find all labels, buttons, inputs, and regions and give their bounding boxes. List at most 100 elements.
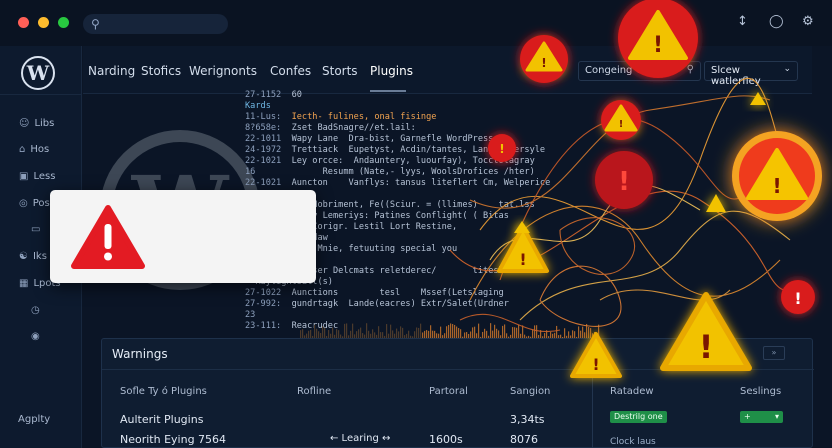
maximize-window-button[interactable]	[58, 17, 69, 28]
sidebar-item-iks[interactable]: ☯ Iks	[19, 251, 47, 262]
shield-icon: ◉	[31, 331, 40, 342]
user-icon: ☺	[19, 118, 30, 129]
column-header-name[interactable]: Sofle Ty ó Plugins	[120, 386, 207, 397]
code-line: 8?658e: Zset BadSnagre//et.lail:	[245, 123, 416, 133]
code-line-text: Reb Mnie, fetuuting special you	[296, 244, 458, 254]
sidebar-footer-label[interactable]: Agplty	[18, 414, 50, 425]
plugin-search-value: Congeing O	[585, 65, 644, 76]
code-line-text: Letey Lemeriys: Patines Conflight( ( Bit…	[291, 211, 509, 221]
close-window-button[interactable]	[18, 17, 29, 28]
nav-tab-narding[interactable]: Narding	[88, 64, 135, 78]
code-line: 27-1152 60	[245, 90, 302, 100]
nav-tab-stofics[interactable]: Stofics	[141, 64, 181, 78]
sidebar-item-lock[interactable]: ▭	[31, 224, 40, 235]
nav-tab-werignonts[interactable]: Werignonts	[189, 64, 257, 78]
code-line-number: 22-1021	[245, 156, 282, 166]
warning-icon: !	[781, 280, 815, 314]
svg-text:!: !	[619, 119, 624, 130]
code-line-number: 23-111:	[245, 321, 282, 331]
code-line-text: Trettiack Eupetyst, Acdin/tantes, Langme…	[291, 145, 546, 155]
column-header-seslings[interactable]: Seslings	[740, 386, 781, 397]
people-icon: ☯	[19, 251, 28, 262]
code-line: 22-1021 Auncton Vanflys: tansus litefler…	[245, 178, 550, 188]
view-select[interactable]: Slcew watlerfley ⌄	[704, 61, 798, 87]
sidebar-item-less[interactable]: ▣ Less	[19, 171, 55, 182]
panel-title: Warnings	[112, 347, 168, 361]
grid-icon: ▦	[19, 278, 29, 289]
code-line: 22-1011 Wapy Lane Dra-bist, Garnefle Wor…	[245, 134, 493, 144]
view-select-value: Slcew watlerfley	[711, 65, 761, 87]
code-line-number: 27-1022	[245, 288, 282, 298]
nav-tab-confes[interactable]: Confes	[270, 64, 311, 78]
sidebar-item-label: Less	[33, 171, 56, 182]
svg-text:!: !	[772, 174, 781, 198]
code-line: 16 Resumm (Nate,- lyys, WoolsDrofices /h…	[245, 167, 535, 177]
nav-tab-storts[interactable]: Storts	[322, 64, 358, 78]
sidebar-item-label: Libs	[34, 118, 55, 129]
code-line-text: Aunctions tesl Mssef(Letslaging	[291, 288, 504, 298]
sidebar-item-libs[interactable]: ☺ Libs	[19, 118, 54, 129]
table-cell-ratadew: Clock laus	[610, 437, 656, 447]
column-header-rofline[interactable]: Rofline	[297, 386, 331, 397]
code-line-text: Auncton Vanflys: tansus liteflert Cm, We…	[291, 178, 551, 188]
code-line-number: Kards	[245, 101, 271, 111]
sidebar-item-hos[interactable]: ⌂ Hos	[19, 144, 49, 155]
table-cell-name[interactable]: Neorith Eying 7564	[120, 433, 226, 446]
warning-icon	[71, 205, 145, 269]
plugin-search-input[interactable]: Congeing O ⚲	[578, 61, 701, 81]
svg-text:!: !	[794, 289, 801, 308]
sidebar-item-pos[interactable]: ◎ Pos	[19, 198, 50, 209]
clock-icon: ◷	[31, 305, 40, 316]
code-line-text: Zset BadSnagre//et.lail:	[291, 123, 416, 133]
sidebar-item-label: Iks	[32, 251, 47, 262]
title-bar: ⚲ ↕ ◯ ⚙	[0, 0, 832, 46]
chat-icon[interactable]: ◯	[769, 14, 784, 29]
warning-icon: !	[732, 131, 822, 221]
column-header-partoral[interactable]: Partoral	[429, 386, 468, 397]
code-line: Kards	[245, 101, 281, 111]
table-cell-name[interactable]: Aulterit Plugins	[120, 413, 203, 426]
code-line: 23	[245, 310, 266, 320]
code-line: 27-992: gundrtagk Lande(eacres) Extr/Sal…	[245, 299, 509, 309]
search-icon: ⚲	[686, 64, 694, 75]
code-line-number: 27-1152	[245, 90, 282, 100]
toggle-button[interactable]: + ▾	[740, 411, 783, 423]
nav-tab-plugins[interactable]: Plugins	[370, 64, 413, 78]
svg-text:!: !	[618, 167, 630, 197]
sidebar-divider	[0, 94, 82, 95]
wordpress-logo-icon[interactable]: W	[21, 56, 55, 90]
expand-button[interactable]: »	[763, 346, 785, 360]
pin-icon[interactable]: ↕	[737, 14, 748, 29]
column-header-ratadew[interactable]: Ratadew	[610, 386, 654, 397]
window-controls	[18, 17, 69, 28]
warning-icon: !	[601, 100, 641, 140]
code-line: 22-1021 Ley orcce: Andauntery, luourfay)…	[245, 156, 535, 166]
minimize-window-button[interactable]	[38, 17, 49, 28]
code-line-text: Ley orcce: Andauntery, luourfay), Toccto…	[291, 156, 535, 166]
code-line-text: gundrtagk Lande(eacres) Extr/Salet(Urdne…	[291, 299, 509, 309]
sidebar-item-shield[interactable]: ◉	[31, 331, 40, 342]
code-line-number: 23	[245, 310, 256, 320]
global-search-input[interactable]: ⚲	[83, 14, 228, 34]
table-cell-sangion: 3,34ts	[510, 413, 545, 426]
table-cell-rofline[interactable]: ← Learing ↔	[330, 433, 390, 444]
code-line-number: 16	[245, 167, 256, 177]
code-line-number: 22-1021	[245, 178, 282, 188]
code-line: 11-Lus: Iecth- fulines, onal fisinge	[245, 112, 436, 122]
house-icon: ⌂	[19, 144, 26, 155]
table-cell-sangion: 8076	[510, 433, 538, 446]
code-line-number: 22-1011	[245, 134, 282, 144]
sidebar-item-clock[interactable]: ◷	[31, 305, 40, 316]
column-header-sangion[interactable]: Sangion	[510, 386, 550, 397]
code-line-number: 24-1972	[245, 145, 282, 155]
code-line-number: 27-992:	[245, 299, 282, 309]
gear-icon[interactable]: ⚙	[802, 14, 814, 29]
code-line-number: 11-Lus:	[245, 112, 282, 122]
error-card	[50, 190, 316, 283]
warning-icon	[706, 194, 726, 212]
table-cell-partoral: 1600s	[429, 433, 463, 446]
status-badge[interactable]: Destrilg one	[610, 411, 667, 423]
window-icon: ▣	[19, 171, 29, 182]
column-divider	[592, 370, 593, 448]
code-line-text: (urser Delcmats reletderec/ titesl ad	[296, 266, 520, 276]
